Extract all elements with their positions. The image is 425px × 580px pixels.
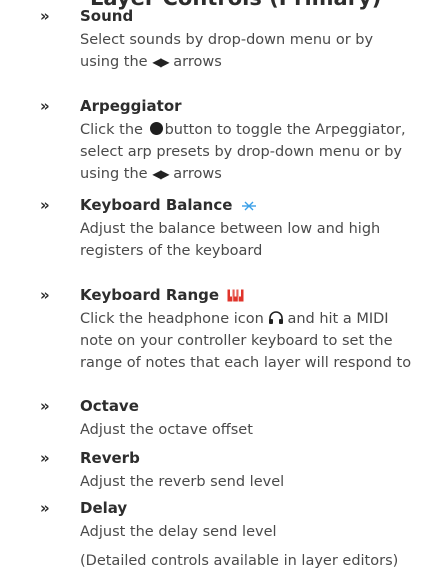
item-title-sound: Sound bbox=[80, 7, 134, 25]
bullet: » bbox=[40, 499, 50, 517]
balance-icon bbox=[241, 201, 256, 211]
item-title-keyboard-range: Keyboard Range bbox=[80, 286, 244, 304]
item-title-keyboard-balance: Keyboard Balance bbox=[80, 196, 257, 214]
item-desc-keyboard-balance: Adjust the balance between low and high … bbox=[80, 221, 381, 259]
bullet: » bbox=[40, 286, 50, 304]
bullet: » bbox=[40, 397, 50, 415]
item-desc-octave: Adjust the octave offset bbox=[80, 422, 253, 438]
bullet: » bbox=[40, 196, 50, 214]
headphone-icon bbox=[269, 311, 284, 324]
bullet: » bbox=[40, 449, 50, 467]
item-desc-reverb: Adjust the reverb send level bbox=[80, 474, 285, 490]
circle-button-icon bbox=[149, 122, 163, 135]
bullet: » bbox=[40, 7, 50, 25]
item-desc-keyboard-range: Click the headphone icon and hit a MIDI … bbox=[80, 311, 412, 371]
item-desc-arpeggiator: Click the button to toggle the Arpeggiat… bbox=[80, 122, 406, 182]
section-title: Layer Controls (Primary) bbox=[90, 0, 381, 10]
item-title-octave: Octave bbox=[80, 397, 139, 415]
left-right-arrows-icon: ◀▶ bbox=[152, 55, 169, 69]
item-title-arpeggiator: Arpeggiator bbox=[80, 97, 182, 115]
left-right-arrows-icon: ◀▶ bbox=[152, 167, 169, 181]
piano-keys-icon bbox=[227, 289, 244, 302]
item-desc-sound: Select sounds by drop-down menu or by us… bbox=[80, 32, 374, 70]
bullet: » bbox=[40, 97, 50, 115]
item-title-delay: Delay bbox=[80, 499, 128, 517]
footnote: (Detailed controls available in layer ed… bbox=[80, 553, 399, 569]
item-desc-delay: Adjust the delay send level bbox=[80, 524, 277, 540]
item-title-reverb: Reverb bbox=[80, 449, 140, 467]
